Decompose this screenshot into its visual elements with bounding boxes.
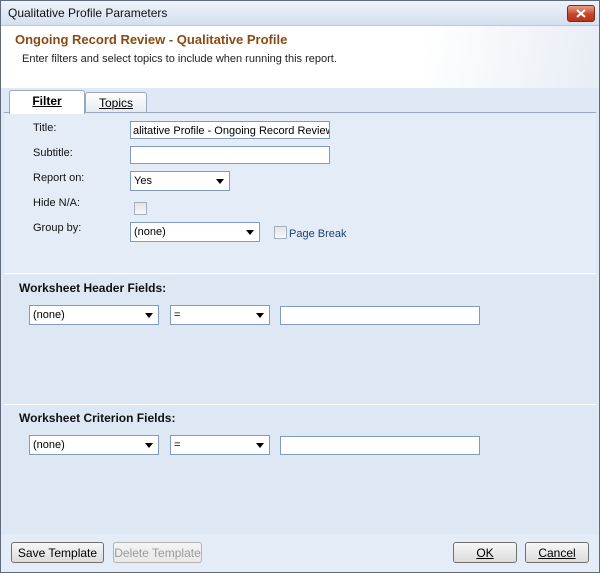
criterion-operator-select[interactable]: = bbox=[170, 435, 270, 455]
hide-na-label: Hide N/A: bbox=[33, 197, 81, 209]
title-label: Title: bbox=[33, 122, 57, 134]
tab-filter-label: Filter bbox=[32, 94, 62, 108]
header-value-input[interactable] bbox=[280, 306, 480, 325]
chevron-down-icon bbox=[256, 443, 264, 448]
chevron-down-icon bbox=[145, 313, 153, 318]
criterion-field-select[interactable]: (none) bbox=[29, 435, 159, 455]
worksheet-header-label: Worksheet Header Fields: bbox=[19, 281, 167, 295]
tab-filter[interactable]: Filter bbox=[9, 90, 85, 114]
title-field[interactable]: alitative Profile - Ongoing Record Revie… bbox=[130, 121, 330, 139]
close-button[interactable] bbox=[567, 5, 595, 22]
page-break-checkbox[interactable] bbox=[274, 226, 287, 239]
group-by-value: (none) bbox=[134, 226, 166, 238]
criterion-value-input[interactable] bbox=[280, 436, 480, 455]
report-on-select[interactable]: Yes bbox=[130, 171, 230, 191]
hide-na-checkbox[interactable] bbox=[134, 202, 147, 215]
chevron-down-icon bbox=[246, 230, 254, 235]
group-by-select[interactable]: (none) bbox=[130, 222, 260, 242]
tab-topics-label: Topics bbox=[98, 96, 133, 110]
group-by-label: Group by: bbox=[33, 222, 82, 234]
cancel-label: Cancel bbox=[538, 546, 576, 560]
worksheet-criterion-section: Worksheet Criterion Fields: (none) = bbox=[4, 405, 596, 535]
worksheet-criterion-label: Worksheet Criterion Fields: bbox=[19, 411, 176, 425]
general-filters-section: Title: alitative Profile - Ongoing Recor… bbox=[4, 113, 596, 273]
report-title: Ongoing Record Review - Qualitative Prof… bbox=[11, 30, 294, 50]
title-bar[interactable]: Qualitative Profile Parameters bbox=[1, 1, 599, 26]
report-on-label: Report on: bbox=[33, 172, 85, 184]
header-field-select[interactable]: (none) bbox=[29, 305, 159, 325]
report-header: Ongoing Record Review - Qualitative Prof… bbox=[1, 26, 599, 88]
page-break-label[interactable]: Page Break bbox=[289, 228, 346, 240]
tab-topics[interactable]: Topics bbox=[85, 92, 147, 113]
dialog-footer: Save Template Delete Template OK Cancel bbox=[1, 534, 599, 572]
worksheet-header-section: Worksheet Header Fields: (none) = bbox=[4, 275, 596, 405]
dialog-window: Qualitative Profile Parameters Ongoing R… bbox=[0, 0, 600, 573]
header-operator-value: = bbox=[174, 309, 181, 321]
section-divider bbox=[4, 273, 596, 274]
header-operator-select[interactable]: = bbox=[170, 305, 270, 325]
filter-panel: Title: alitative Profile - Ongoing Recor… bbox=[4, 112, 596, 535]
tab-strip: Filter Topics bbox=[1, 89, 599, 114]
report-instructions: Enter filters and select topics to inclu… bbox=[22, 53, 337, 65]
criterion-field-value: (none) bbox=[33, 439, 65, 451]
delete-template-button[interactable]: Delete Template bbox=[113, 542, 202, 563]
chevron-down-icon bbox=[256, 313, 264, 318]
criterion-operator-value: = bbox=[174, 439, 181, 451]
subtitle-field[interactable] bbox=[130, 146, 330, 164]
subtitle-label: Subtitle: bbox=[33, 147, 73, 159]
save-template-label: Save Template bbox=[17, 546, 98, 560]
chevron-down-icon bbox=[145, 443, 153, 448]
header-field-value: (none) bbox=[33, 309, 65, 321]
close-icon bbox=[576, 9, 586, 18]
save-template-button[interactable]: Save Template bbox=[11, 542, 104, 563]
chevron-down-icon bbox=[216, 179, 224, 184]
window-title: Qualitative Profile Parameters bbox=[8, 6, 168, 20]
ok-button[interactable]: OK bbox=[453, 542, 517, 563]
cancel-button[interactable]: Cancel bbox=[525, 542, 589, 563]
ok-label: OK bbox=[476, 546, 494, 560]
report-on-value: Yes bbox=[134, 175, 152, 187]
delete-template-label: Delete Template bbox=[114, 546, 201, 560]
